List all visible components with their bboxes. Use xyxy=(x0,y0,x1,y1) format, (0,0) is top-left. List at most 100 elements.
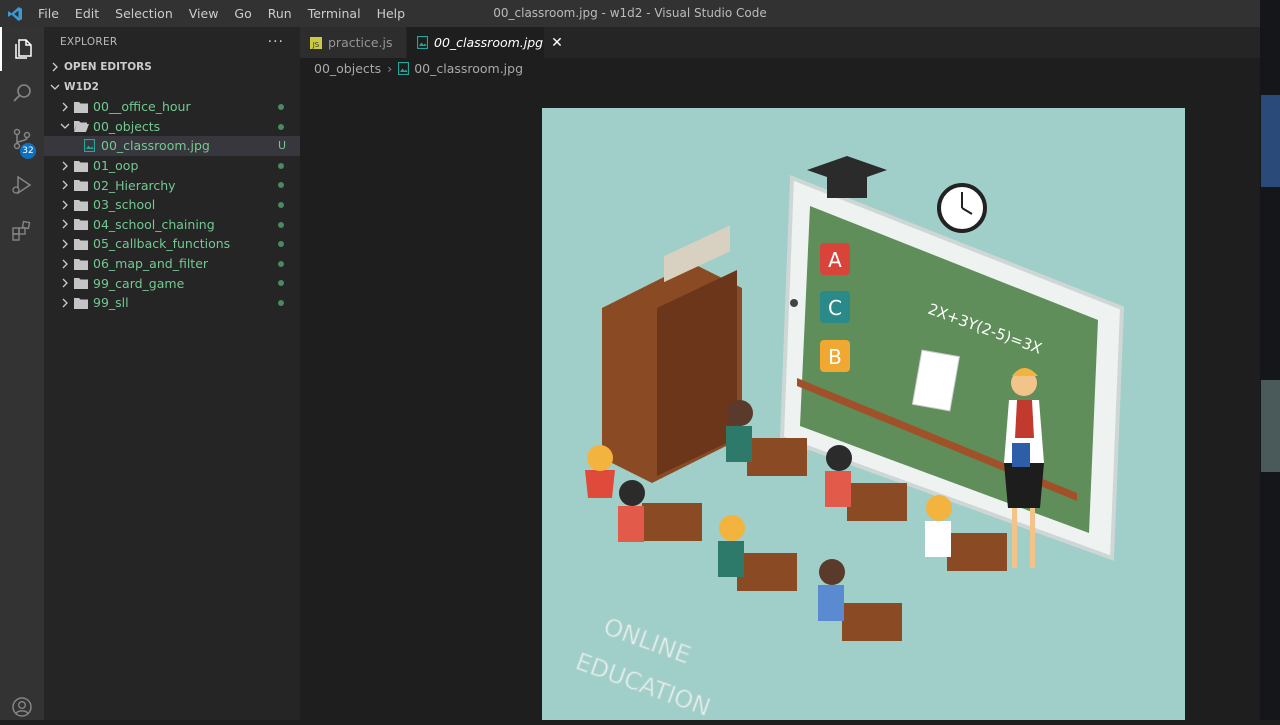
bookshelf xyxy=(602,225,742,483)
tree-item-label: 02_Hierarchy xyxy=(93,177,176,193)
menu-bar: File Edit Selection View Go Run Terminal… xyxy=(30,0,413,27)
chevron-right-icon xyxy=(58,259,72,269)
file-00-classroom-jpg[interactable]: 00_classroom.jpg U xyxy=(44,136,300,156)
modified-dot-icon xyxy=(278,280,284,287)
menu-terminal[interactable]: Terminal xyxy=(300,0,369,27)
chevron-right-icon: › xyxy=(387,60,393,76)
more-actions-icon[interactable]: ··· xyxy=(268,34,284,50)
folder-99-sll[interactable]: 99_sll xyxy=(44,293,300,313)
tree-item-label: 04_school_chaining xyxy=(93,216,215,232)
open-editors-label: OPEN EDITORS xyxy=(64,61,152,73)
modified-dot-icon xyxy=(278,241,284,248)
breadcrumb: 00_objects › 00_classroom.jpg xyxy=(300,58,1260,78)
chevron-right-icon xyxy=(48,62,62,72)
folder-00-office-hour[interactable]: 00__office_hour xyxy=(44,97,300,117)
modified-dot-icon xyxy=(278,123,284,130)
folder-06-map-and-filter[interactable]: 06_map_and_filter xyxy=(44,254,300,274)
card-letter: C xyxy=(828,296,842,320)
source-control-badge: 32 xyxy=(20,143,36,159)
modified-dot-icon xyxy=(278,104,284,110)
workspace-label: W1D2 xyxy=(64,81,99,93)
chevron-right-icon xyxy=(58,180,72,190)
workspace-section[interactable]: W1D2 xyxy=(44,77,300,97)
search-icon xyxy=(13,84,31,102)
card-letter: A xyxy=(828,248,842,272)
folder-icon xyxy=(72,238,90,250)
editor-tabs: JS practice.js 00_classroom.jpg ✕ xyxy=(300,27,1260,58)
breadcrumb-folder[interactable]: 00_objects xyxy=(314,61,381,76)
chevron-right-icon xyxy=(58,200,72,210)
tab-practice-js[interactable]: JS practice.js xyxy=(300,27,407,58)
title-bar: File Edit Selection View Go Run Terminal… xyxy=(0,0,1260,27)
folder-99-card-game[interactable]: 99_card_game xyxy=(44,273,300,293)
folder-02-hierarchy[interactable]: 02_Hierarchy xyxy=(44,175,300,195)
modified-dot-icon xyxy=(278,201,284,208)
chevron-right-icon xyxy=(58,298,72,308)
extensions-icon xyxy=(12,220,31,241)
menu-run[interactable]: Run xyxy=(260,0,300,27)
modified-dot-icon xyxy=(278,299,284,306)
image-file-icon xyxy=(398,61,410,75)
letter-card-c: C xyxy=(820,291,850,323)
run-debug-activity-button[interactable] xyxy=(0,163,44,207)
folder-icon xyxy=(72,297,90,309)
chevron-right-icon xyxy=(58,102,72,112)
folder-icon xyxy=(72,199,90,211)
untracked-status: U xyxy=(277,139,286,153)
menu-go[interactable]: Go xyxy=(226,0,259,27)
menu-help[interactable]: Help xyxy=(369,0,414,27)
background-window-strip xyxy=(1260,0,1280,720)
chevron-right-icon xyxy=(58,239,72,249)
source-control-activity-button[interactable]: 32 xyxy=(0,117,44,161)
chevron-down-icon xyxy=(48,83,62,91)
tree-item-label: 00_classroom.jpg xyxy=(101,138,210,154)
chevron-right-icon xyxy=(58,278,72,288)
breadcrumb-file[interactable]: 00_classroom.jpg xyxy=(414,61,523,76)
editor-area: A C B 2X+3Y(2-5)=3X ONLINE EDUCATION xyxy=(300,78,1260,720)
explorer-title: EXPLORER xyxy=(60,36,118,48)
menu-selection[interactable]: Selection xyxy=(107,0,181,27)
folder-icon xyxy=(72,160,90,172)
folder-icon xyxy=(72,218,90,231)
image-file-icon xyxy=(80,139,98,153)
files-icon xyxy=(15,39,32,59)
tab-label: practice.js xyxy=(328,35,393,50)
explorer-sidebar: EXPLORER ··· OPEN EDITORS W1D2 00__offic… xyxy=(44,27,300,720)
tab-label: 00_classroom.jpg xyxy=(434,35,544,50)
folder-00-objects[interactable]: 00_objects xyxy=(44,117,300,137)
menu-file[interactable]: File xyxy=(30,0,67,27)
search-activity-button[interactable] xyxy=(0,71,44,115)
folder-03-school[interactable]: 03_school xyxy=(44,195,300,215)
letter-card-b: B xyxy=(820,340,850,372)
menu-edit[interactable]: Edit xyxy=(67,0,107,27)
tree-item-label: 06_map_and_filter xyxy=(93,256,209,272)
potted-plant xyxy=(585,445,615,498)
tree-item-label: 00_objects xyxy=(93,118,161,134)
extensions-activity-button[interactable] xyxy=(0,209,44,253)
folder-01-oop[interactable]: 01_oop xyxy=(44,156,300,176)
folder-05-callback-functions[interactable]: 05_callback_functions xyxy=(44,234,300,254)
svg-text:JS: JS xyxy=(312,41,320,49)
folder-icon xyxy=(72,179,90,192)
modified-dot-icon xyxy=(278,182,284,189)
close-tab-icon[interactable]: ✕ xyxy=(551,35,563,51)
chevron-right-icon xyxy=(58,219,72,229)
explorer-header: EXPLORER ··· xyxy=(44,27,300,57)
tab-00-classroom-jpg[interactable]: 00_classroom.jpg ✕ xyxy=(407,27,563,58)
image-preview[interactable]: A C B 2X+3Y(2-5)=3X ONLINE EDUCATION xyxy=(542,108,1185,720)
explorer-activity-button[interactable] xyxy=(0,27,44,71)
folder-icon xyxy=(72,101,90,113)
menu-view[interactable]: View xyxy=(181,0,227,27)
run-debug-icon xyxy=(12,175,32,195)
tree-item-label: 00__office_hour xyxy=(93,99,191,115)
caption-education: EDUCATION xyxy=(572,647,714,720)
folder-open-icon xyxy=(72,120,90,133)
vscode-logo-icon xyxy=(0,0,30,27)
tree-item-label: 99_sll xyxy=(93,295,129,311)
tree-item-label: 05_callback_functions xyxy=(93,236,231,252)
folder-04-school-chaining[interactable]: 04_school_chaining xyxy=(44,215,300,235)
js-file-icon: JS xyxy=(310,36,322,49)
chevron-down-icon xyxy=(58,122,72,130)
open-editors-section[interactable]: OPEN EDITORS xyxy=(44,57,300,77)
classroom-illustration: A C B 2X+3Y(2-5)=3X ONLINE EDUCATION xyxy=(571,156,1125,720)
